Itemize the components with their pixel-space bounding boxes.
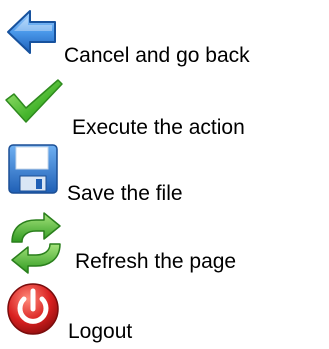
save-file-action[interactable]: Save the file (0, 142, 329, 208)
back-arrow-icon (6, 8, 58, 56)
logout-label: Logout (68, 320, 133, 343)
cancel-back-action[interactable]: Cancel and go back (0, 0, 329, 72)
logout-action[interactable]: Logout (0, 278, 329, 349)
floppy-disk-icon (8, 144, 58, 194)
checkmark-icon (4, 78, 64, 124)
refresh-page-action[interactable]: Refresh the page (0, 208, 329, 278)
save-label: Save the file (67, 182, 183, 205)
execute-action[interactable]: Execute the action (0, 72, 329, 142)
execute-label: Execute the action (72, 116, 245, 139)
refresh-label: Refresh the page (75, 250, 237, 273)
cancel-back-label: Cancel and go back (64, 44, 250, 67)
power-icon (6, 282, 60, 336)
refresh-arrows-icon (6, 212, 66, 274)
